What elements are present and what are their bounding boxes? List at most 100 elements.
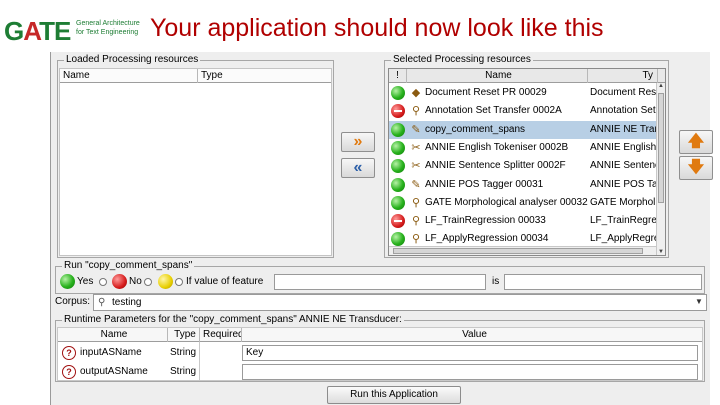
selected-resource-row[interactable]: ✂ ANNIE English Tokeniser 0002B ANNIE Engl…: [389, 139, 665, 157]
move-up-button[interactable]: 🡅: [679, 130, 713, 154]
selected-col-type[interactable]: Ty: [588, 69, 658, 83]
params-col-required[interactable]: Required: [200, 328, 242, 342]
loaded-resources-legend: Loaded Processing resources: [64, 54, 201, 66]
parameter-row[interactable]: ? outputASName String: [58, 363, 702, 380]
run-status-red-icon[interactable]: [391, 104, 405, 119]
run-status-green-icon[interactable]: [391, 140, 405, 155]
selected-col-status[interactable]: !: [389, 69, 407, 83]
run-condition-panel: Run "copy_comment_spans" Yes No If value…: [55, 260, 705, 294]
scroll-up-arrow-icon[interactable]: ▲: [658, 83, 664, 89]
params-divider: [199, 342, 200, 380]
selected-resources-panel: Selected Processing resources ! Name Ty …: [384, 54, 669, 258]
resource-name: copy_comment_spans: [425, 123, 526, 135]
pr-icon: ⚲: [411, 233, 421, 246]
loaded-resources-table[interactable]: Name Type: [59, 68, 332, 256]
feature-name-input[interactable]: [274, 274, 486, 290]
run-status-green-icon[interactable]: [391, 177, 405, 192]
parameter-name: inputASName: [80, 347, 142, 358]
resource-type: Annotation Set: [590, 105, 656, 117]
double-chevron-left-icon: «: [353, 159, 363, 176]
resource-name: ANNIE Sentence Splitter 0002F: [425, 160, 566, 172]
params-col-value[interactable]: Value: [242, 328, 702, 342]
selected-resource-row[interactable]: ⚲ LF_TrainRegression 00033 LF_TrainRegres: [389, 212, 665, 230]
run-conditional-icon[interactable]: [158, 274, 173, 289]
resource-name: ANNIE English Tokeniser 0002B: [425, 141, 569, 153]
remove-from-application-button[interactable]: «: [341, 158, 375, 178]
feature-value-input[interactable]: [504, 274, 702, 290]
run-status-red-icon[interactable]: [391, 214, 405, 229]
selected-vertical-scrollbar[interactable]: ▲ ▼: [656, 83, 665, 255]
pr-icon: ⚲: [411, 196, 421, 209]
loaded-col-type[interactable]: Type: [198, 69, 331, 83]
parameter-row[interactable]: ? inputASName String Key: [58, 344, 702, 362]
horizontal-scroll-thumb[interactable]: [393, 248, 643, 254]
pr-icon: ⚲: [411, 105, 421, 118]
resource-name: Document Reset PR 00029: [425, 87, 547, 98]
vertical-scroll-thumb[interactable]: [658, 93, 664, 203]
ne-transducer-icon: ✎: [411, 123, 421, 136]
arrow-up-icon: 🡅: [687, 133, 705, 150]
run-no-icon[interactable]: [112, 274, 127, 289]
run-status-green-icon[interactable]: [391, 232, 405, 247]
slide-title: Your application should now look like th…: [150, 14, 604, 42]
resource-name: GATE Morphological analyser 00032: [425, 196, 588, 208]
run-conditional-radio[interactable]: [175, 278, 183, 286]
corpus-combobox[interactable]: ⚲ testing ▼: [93, 294, 707, 311]
is-label: is: [492, 276, 500, 287]
resource-name: LF_TrainRegression 00033: [425, 215, 546, 227]
move-down-button[interactable]: 🡇: [679, 156, 713, 180]
parameter-value-input[interactable]: Key: [242, 345, 698, 361]
arrow-down-icon: 🡇: [687, 159, 705, 176]
params-col-name[interactable]: Name: [58, 328, 168, 342]
selected-resource-row[interactable]: ✎ ANNIE POS Tagger 00031 ANNIE POS Tag: [389, 176, 665, 194]
selected-resource-row[interactable]: ✎ copy_comment_spans ANNIE NE Tran: [389, 120, 665, 139]
run-status-green-icon[interactable]: [391, 86, 405, 100]
selected-horizontal-scrollbar[interactable]: [389, 246, 656, 255]
document-reset-icon: ◆: [411, 87, 421, 99]
run-yes-radio[interactable]: [99, 278, 107, 286]
resource-name: ANNIE POS Tagger 00031: [425, 178, 544, 190]
selected-resources-legend: Selected Processing resources: [391, 54, 533, 66]
parameter-value-input[interactable]: [242, 364, 698, 380]
parameter-help-icon: ?: [62, 365, 76, 379]
double-chevron-right-icon: »: [353, 133, 363, 150]
run-application-button[interactable]: Run this Application: [327, 386, 461, 404]
scroll-down-arrow-icon[interactable]: ▼: [658, 249, 664, 255]
run-condition-legend: Run "copy_comment_spans": [62, 260, 195, 272]
resource-type: ANNIE NE Tran: [590, 123, 656, 135]
run-yes-icon[interactable]: [60, 274, 75, 289]
runtime-parameters-table[interactable]: Name Type Required Value ? inputASName Str…: [57, 327, 703, 381]
selected-resource-row[interactable]: ⚲ Annotation Set Transfer 0002A Annotation…: [389, 102, 665, 120]
runtime-parameters-legend: Runtime Parameters for the "copy_comment…: [62, 314, 404, 326]
run-no-label[interactable]: No: [129, 275, 142, 289]
selected-resources-table[interactable]: ! Name Ty ◆ Document Reset PR 00029 Docume…: [388, 68, 666, 256]
loaded-table-header: Name Type: [60, 69, 331, 83]
loaded-col-name[interactable]: Name: [60, 69, 198, 83]
run-yes-label[interactable]: Yes: [77, 275, 93, 289]
application-editor: Loaded Processing resources Name Type » …: [50, 52, 713, 405]
gate-logo-subtitle: General Architecture for Text Engineerin…: [76, 19, 140, 37]
loaded-resources-panel: Loaded Processing resources Name Type: [57, 54, 334, 258]
resource-type: Document Rese: [590, 87, 656, 98]
corpus-value: testing: [112, 297, 142, 308]
parameter-name: outputASName: [80, 366, 148, 377]
resource-type: LF_TrainRegres: [590, 215, 656, 227]
run-status-green-icon[interactable]: [391, 195, 405, 210]
parameter-help-icon: ?: [62, 346, 76, 360]
pos-tagger-icon: ✎: [411, 178, 421, 191]
run-status-green-icon[interactable]: [391, 122, 405, 137]
run-no-radio[interactable]: [144, 278, 152, 286]
params-col-type[interactable]: Type: [168, 328, 200, 342]
parameter-value: Key: [246, 347, 264, 358]
params-table-header: Name Type Required Value: [58, 328, 702, 342]
selected-resource-row[interactable]: ⚲ GATE Morphological analyser 00032 GATE M…: [389, 194, 665, 212]
add-to-application-button[interactable]: »: [341, 132, 375, 152]
resource-type: GATE Morphol: [590, 196, 656, 208]
chevron-down-icon[interactable]: ▼: [694, 297, 704, 307]
selected-col-name[interactable]: Name: [407, 69, 588, 83]
tokeniser-icon: ✂: [411, 141, 421, 154]
slide: GATE General Architecture for Text Engin…: [0, 0, 720, 405]
selected-resource-row[interactable]: ◆ Document Reset PR 00029 Document Rese: [389, 84, 665, 102]
run-status-green-icon[interactable]: [391, 159, 405, 174]
selected-resource-row[interactable]: ✂ ANNIE Sentence Splitter 0002F ANNIE Sent…: [389, 157, 665, 175]
